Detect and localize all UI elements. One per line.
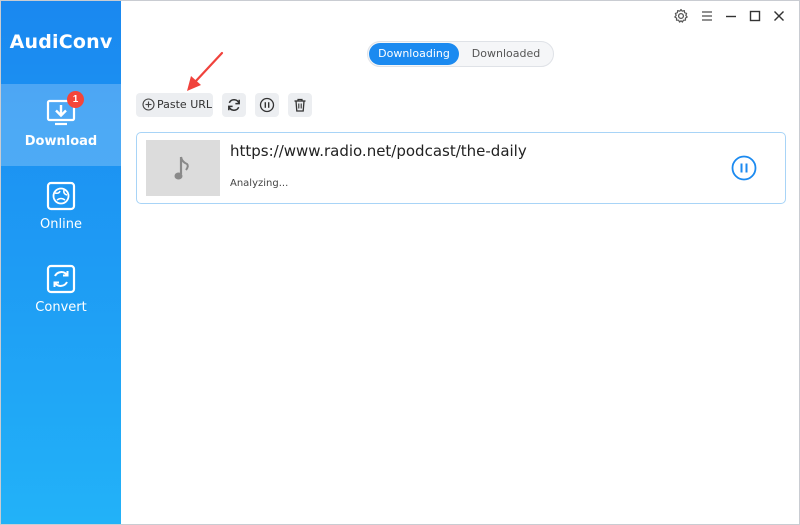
globe-icon [46, 181, 76, 211]
pause-icon[interactable] [731, 155, 757, 181]
task-status: Analyzing... [230, 178, 289, 189]
music-note-icon [174, 156, 189, 180]
convert-icon [46, 264, 76, 294]
pause-all-icon [259, 97, 275, 113]
menu-icon[interactable] [698, 7, 716, 25]
app-window: AudiConv 1 Download Online Convert Downl… [0, 0, 800, 525]
settings-icon[interactable] [672, 7, 690, 25]
sidebar-item-online[interactable]: Online [1, 167, 121, 249]
pause-all-button[interactable] [255, 93, 279, 117]
task-url: https://www.radio.net/podcast/the-daily [230, 142, 527, 160]
refresh-icon [228, 99, 240, 111]
download-task-row[interactable]: https://www.radio.net/podcast/the-daily … [136, 132, 786, 204]
delete-button[interactable] [288, 93, 312, 117]
download-count-badge: 1 [67, 91, 84, 108]
close-icon[interactable] [770, 7, 788, 25]
sidebar-item-label: Download [24, 134, 98, 149]
app-brand: AudiConv [9, 31, 113, 53]
sidebar-item-download[interactable]: 1 Download [1, 84, 121, 166]
maximize-icon[interactable] [746, 7, 764, 25]
tab-switcher: Downloading Downloaded [367, 41, 554, 67]
trash-icon [294, 98, 306, 112]
track-thumbnail [146, 140, 220, 196]
annotation-arrow-icon [187, 51, 224, 91]
sidebar: AudiConv 1 Download Online Convert [1, 1, 121, 524]
sidebar-item-label: Convert [35, 300, 87, 315]
sidebar-item-convert[interactable]: Convert [1, 250, 121, 332]
plus-circle-icon [142, 98, 155, 111]
sidebar-item-label: Online [40, 217, 82, 232]
tab-downloading[interactable]: Downloading [369, 43, 459, 65]
minimize-icon[interactable] [722, 7, 740, 25]
tab-downloaded[interactable]: Downloaded [461, 43, 551, 65]
paste-url-label: Paste URL [157, 98, 213, 111]
